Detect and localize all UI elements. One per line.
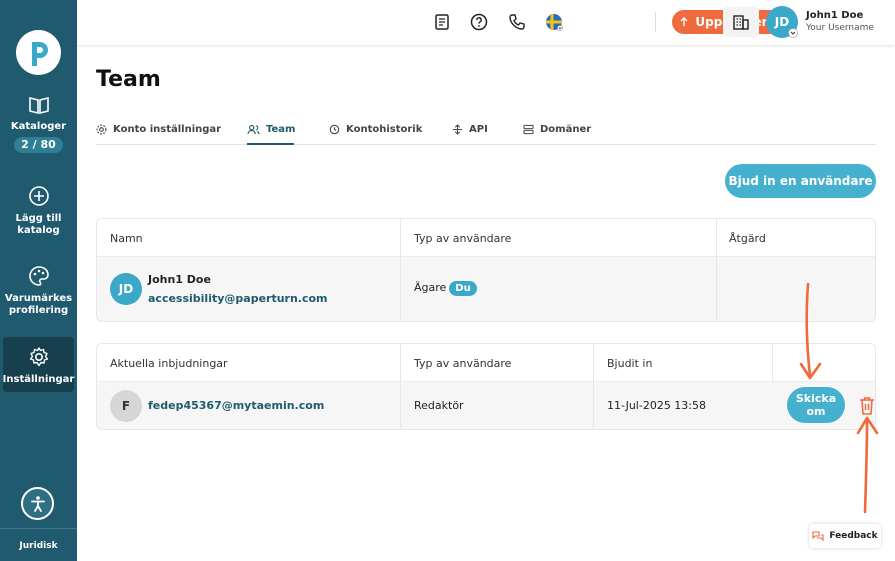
feedback-button[interactable]: Feedback bbox=[809, 524, 881, 548]
feedback-label: Feedback bbox=[829, 531, 878, 541]
annotation-arrow-up bbox=[863, 418, 869, 514]
annotation-arrows bbox=[799, 282, 879, 514]
feedback-icon bbox=[812, 531, 824, 542]
annotation-arrow-down bbox=[805, 282, 812, 378]
